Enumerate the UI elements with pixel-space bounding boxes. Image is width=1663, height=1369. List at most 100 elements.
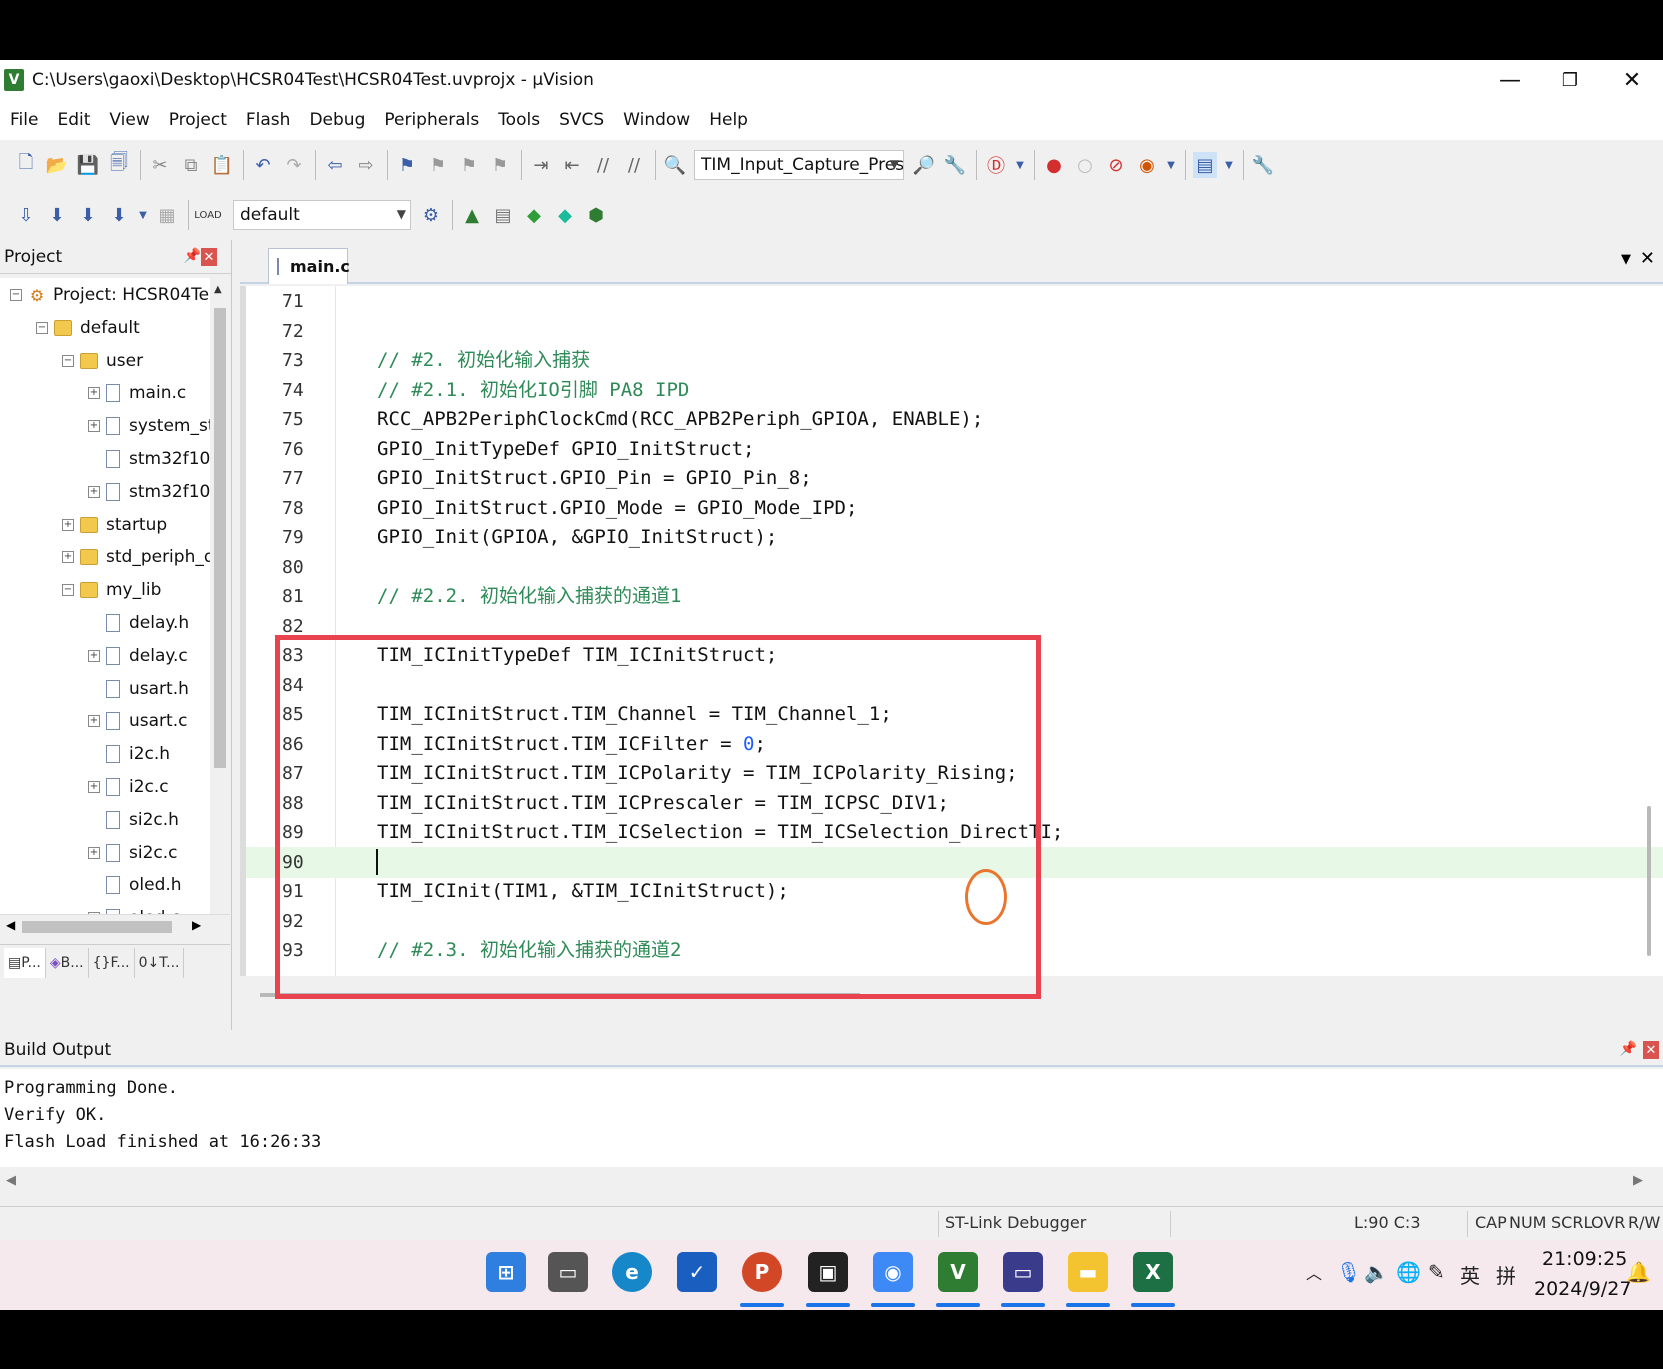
- menu-window[interactable]: Window: [623, 110, 690, 130]
- tree-node[interactable]: + si2c.c: [88, 838, 178, 868]
- uvision-taskbar-icon[interactable]: V: [938, 1252, 978, 1292]
- tree-node[interactable]: + startup: [62, 510, 167, 540]
- tree-node[interactable]: i2c.h: [88, 739, 170, 769]
- pack-installer-icon[interactable]: ⬢: [584, 202, 608, 228]
- undo-icon[interactable]: ↶: [251, 152, 275, 178]
- tab-project[interactable]: ▤ P...: [4, 947, 46, 978]
- tree-node[interactable]: + stm32f10x: [88, 477, 210, 507]
- clock-time[interactable]: 21:09:25: [1542, 1248, 1627, 1270]
- redo-icon[interactable]: ↷: [282, 152, 306, 178]
- window-layout-icon[interactable]: ▤: [1193, 152, 1217, 178]
- expand-icon[interactable]: +: [88, 781, 100, 793]
- chevron-down-icon[interactable]: ▼: [1015, 152, 1025, 178]
- manage-rte-icon[interactable]: ◆: [522, 202, 546, 228]
- menu-debug[interactable]: Debug: [309, 110, 365, 130]
- indent-icon[interactable]: ⇥: [529, 152, 553, 178]
- prev-bookmark-icon[interactable]: ⚑: [426, 152, 450, 178]
- tree-node[interactable]: − default: [36, 313, 140, 343]
- chevron-down-icon[interactable]: ▼: [1166, 152, 1176, 178]
- breakpoint-icon[interactable]: ●: [1042, 152, 1066, 178]
- minimize-button[interactable]: —: [1480, 60, 1540, 100]
- tree-node[interactable]: + main.c: [88, 378, 186, 408]
- editor-vertical-scroll-thumb[interactable]: [1647, 806, 1651, 956]
- tree-node[interactable]: − user: [62, 346, 143, 376]
- close-icon[interactable]: ✕: [201, 248, 217, 266]
- expand-icon[interactable]: +: [88, 387, 100, 400]
- manage-multi-project-icon[interactable]: ▤: [491, 202, 515, 228]
- expand-icon[interactable]: +: [62, 518, 74, 531]
- next-bookmark-icon[interactable]: ⚑: [457, 152, 481, 178]
- speaker-icon[interactable]: 🔈: [1364, 1260, 1389, 1284]
- rebuild-icon[interactable]: ⬇: [76, 202, 100, 228]
- tree-node[interactable]: + usart.c: [88, 706, 187, 736]
- tree-node[interactable]: +oled.c: [88, 903, 180, 914]
- incremental-find-icon[interactable]: 🔧: [943, 152, 967, 178]
- clear-bookmarks-icon[interactable]: ⚑: [488, 152, 512, 178]
- build-output-text[interactable]: Programming Done. Verify OK. Flash Load …: [0, 1069, 1663, 1167]
- tab-main-c[interactable]: main.c: [268, 248, 350, 284]
- notification-bell-icon[interactable]: 🔔: [1626, 1260, 1651, 1284]
- stop-build-icon[interactable]: ▦: [155, 202, 179, 228]
- file-explorer-icon[interactable]: ▬: [1068, 1252, 1108, 1292]
- new-file-icon[interactable]: 🗋: [14, 152, 38, 178]
- menu-svcs[interactable]: SVCS: [559, 110, 604, 130]
- navigate-back-icon[interactable]: ⇦: [323, 152, 347, 178]
- pin-icon[interactable]: 📌: [184, 248, 201, 264]
- find-in-files-icon[interactable]: 🔍: [663, 152, 687, 178]
- pin-icon[interactable]: 📌: [1620, 1041, 1637, 1057]
- target-options-icon[interactable]: ⚙: [419, 202, 443, 228]
- disable-breakpoint-icon[interactable]: ○: [1073, 152, 1097, 178]
- kill-breakpoints-icon[interactable]: ◉: [1135, 152, 1159, 178]
- copy-icon[interactable]: ⧉: [179, 152, 203, 178]
- tab-functions[interactable]: {} F...: [89, 947, 135, 978]
- tree-node[interactable]: delay.h: [88, 608, 189, 638]
- network-icon[interactable]: 🌐: [1396, 1260, 1421, 1284]
- menu-tools[interactable]: Tools: [498, 110, 540, 130]
- tree-node[interactable]: + delay.c: [88, 641, 188, 671]
- chevron-down-icon[interactable]: ▼: [890, 157, 899, 171]
- scroll-thumb[interactable]: [214, 308, 226, 768]
- save-all-icon[interactable]: 🗐: [107, 152, 131, 178]
- configure-icon[interactable]: 🔧: [1251, 152, 1275, 178]
- build-output-scrollbar[interactable]: ◀ ▶: [0, 1167, 1663, 1197]
- target-select[interactable]: default ▼: [233, 200, 411, 230]
- expand-icon[interactable]: +: [88, 846, 100, 859]
- show-hidden-icons-icon[interactable]: ︿: [1306, 1260, 1322, 1284]
- tab-templates[interactable]: 0↓ T...: [135, 947, 185, 978]
- tree-node[interactable]: stm32f10x: [88, 444, 210, 474]
- paste-icon[interactable]: 📋: [210, 152, 234, 178]
- build-icon[interactable]: ⬇: [45, 202, 69, 228]
- tree-node[interactable]: usart.h: [88, 674, 189, 704]
- chevron-down-icon[interactable]: ▼: [397, 207, 406, 221]
- scroll-left-icon[interactable]: ◀: [6, 918, 15, 932]
- tree-node[interactable]: + i2c.c: [88, 772, 169, 802]
- scroll-right-icon[interactable]: ▶: [192, 918, 201, 932]
- tree-node[interactable]: − ⚙ Project: HCSR04Test: [10, 280, 210, 310]
- expand-icon[interactable]: +: [88, 715, 100, 728]
- menu-peripherals[interactable]: Peripherals: [384, 110, 479, 130]
- restore-button[interactable]: ❐: [1540, 60, 1600, 100]
- serial-port-tool-icon[interactable]: ▭: [1003, 1252, 1043, 1292]
- close-icon[interactable]: ✕: [1640, 248, 1655, 269]
- ime-mode[interactable]: 拼: [1496, 1260, 1516, 1289]
- translate-icon[interactable]: ⇩: [14, 202, 38, 228]
- menu-file[interactable]: File: [10, 110, 38, 130]
- bookmark-icon[interactable]: ⚑: [395, 152, 419, 178]
- pen-icon[interactable]: ✎: [1428, 1260, 1445, 1284]
- start-menu-icon[interactable]: ⊞: [486, 1252, 526, 1292]
- tree-node[interactable]: si2c.h: [88, 805, 179, 835]
- close-icon[interactable]: ✕: [1643, 1041, 1659, 1059]
- debug-session-icon[interactable]: Ⓓ: [984, 152, 1008, 178]
- collapse-icon[interactable]: −: [10, 289, 22, 301]
- tree-node[interactable]: − my_lib: [62, 575, 161, 605]
- disable-all-breakpoints-icon[interactable]: ⊘: [1104, 152, 1128, 178]
- clock-date[interactable]: 2024/9/27: [1534, 1278, 1631, 1300]
- comment-icon[interactable]: //: [591, 152, 615, 178]
- find-icon[interactable]: 🔎: [912, 152, 936, 178]
- chevron-down-icon[interactable]: ▼: [1621, 252, 1631, 267]
- whiteboard-icon[interactable]: ✓: [677, 1252, 717, 1292]
- unindent-icon[interactable]: ⇤: [560, 152, 584, 178]
- menu-flash[interactable]: Flash: [246, 110, 291, 130]
- tree-horizontal-scrollbar[interactable]: ◀ ▶: [0, 914, 230, 938]
- collapse-icon[interactable]: −: [36, 321, 48, 334]
